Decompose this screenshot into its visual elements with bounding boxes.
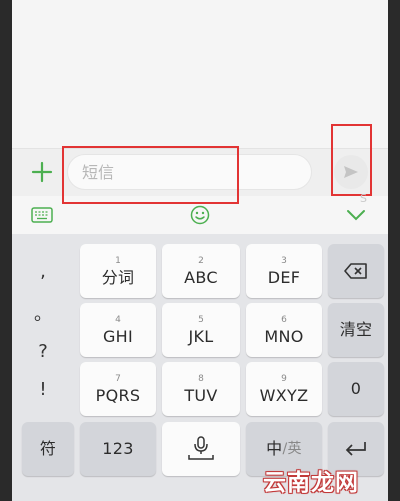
keyboard-toolbar (12, 196, 388, 234)
key-label: PQRS (95, 385, 141, 405)
key-9-wxyz[interactable]: 9 WXYZ (246, 362, 322, 416)
key-label: TUV (184, 385, 218, 405)
symbol-key[interactable]: 符 (22, 422, 74, 476)
key-number: 4 (115, 314, 121, 325)
zero-key[interactable]: 0 (328, 362, 384, 416)
key-1-fenci[interactable]: 1 分词 (80, 244, 156, 298)
key-label: ABC (184, 267, 218, 287)
key-2-abc[interactable]: 2 ABC (162, 244, 240, 298)
emoji-smile-icon[interactable] (188, 204, 212, 226)
backspace-key[interactable] (328, 244, 384, 298)
key-number: 3 (281, 255, 287, 266)
punct-key-exclaim[interactable]: ! (22, 372, 64, 406)
key-number: 2 (198, 255, 204, 266)
punct-key-question[interactable]: ? (22, 334, 64, 368)
key-label: GHI (102, 326, 134, 346)
chevron-down-icon[interactable] (344, 204, 368, 226)
key-number: 9 (281, 373, 287, 384)
key-number: 1 (115, 255, 121, 266)
key-7-pqrs[interactable]: 7 PQRS (80, 362, 156, 416)
numeric-key[interactable]: 123 (80, 422, 156, 476)
sms-input[interactable] (67, 154, 312, 190)
watermark-logo: 云南龙网 (263, 470, 359, 496)
keyboard-icon[interactable] (30, 204, 54, 226)
clear-key[interactable]: 清空 (328, 303, 384, 357)
key-number: 6 (281, 314, 287, 325)
send-button[interactable] (334, 155, 368, 189)
backspace-icon (344, 263, 367, 279)
key-label: MNO (264, 326, 304, 346)
compose-bar (12, 148, 388, 197)
key-label: 分词 (101, 267, 135, 287)
screen-bezel-right (388, 0, 400, 501)
send-arrow-icon (344, 166, 358, 178)
key-6-mno[interactable]: 6 MNO (246, 303, 322, 357)
key-number: 5 (198, 314, 204, 325)
key-label: 0 (350, 379, 362, 398)
microphone-icon (188, 436, 214, 460)
key-8-tuv[interactable]: 8 TUV (162, 362, 240, 416)
lang-secondary-label: /英 (282, 441, 302, 457)
screen-bezel-left (0, 0, 12, 501)
key-3-def[interactable]: 3 DEF (246, 244, 322, 298)
lang-primary-label: 中 (266, 439, 283, 458)
space-voice-key[interactable] (162, 422, 240, 476)
message-thread-area (12, 0, 388, 148)
plus-icon[interactable] (29, 159, 55, 185)
key-label: 123 (102, 439, 134, 458)
enter-icon (345, 442, 366, 456)
key-5-jkl[interactable]: 5 JKL (162, 303, 240, 357)
key-label: 符 (39, 439, 57, 458)
key-number: 7 (115, 373, 121, 384)
key-number: 8 (198, 373, 204, 384)
punct-key-comma[interactable]: , (22, 254, 64, 288)
t9-keyboard: , 。 ? ! 1 分词 2 ABC 3 DEF 4 GHI 5 JKL 6 M… (12, 234, 388, 501)
key-label: WXYZ (259, 385, 309, 405)
key-label: 清空 (339, 320, 373, 339)
key-4-ghi[interactable]: 4 GHI (80, 303, 156, 357)
punct-key-period[interactable]: 。 (22, 296, 64, 330)
key-label: JKL (188, 326, 214, 346)
key-label: DEF (267, 267, 301, 287)
faint-overlay-mark: S (360, 192, 367, 205)
